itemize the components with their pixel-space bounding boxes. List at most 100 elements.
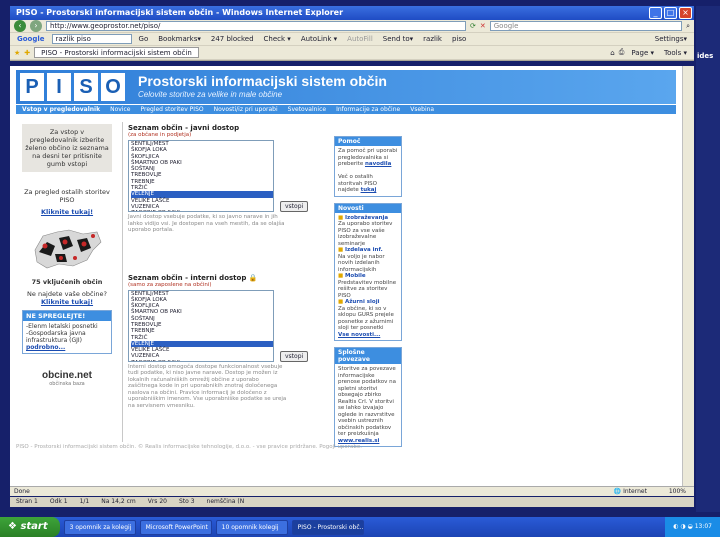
clock: 13:07 — [694, 523, 712, 530]
tools-menu[interactable]: Tools ▾ — [661, 49, 690, 57]
google-go-button[interactable]: Go — [136, 35, 152, 43]
status-text: Done — [14, 488, 30, 495]
public-municipality-list[interactable]: ŠENTILJ/MEST ŠKOFJA LOKA ŠKOFLJICA ŠMARTNO … — [128, 140, 274, 212]
menu-item-viewer[interactable]: Vstop v pregledovalnik — [22, 105, 100, 114]
word-status-field: nemščina (N — [206, 498, 245, 505]
autolink-button[interactable]: AutoLink ▾ — [298, 35, 340, 43]
browser-status-bar: Done 🌐 Internet 100% — [10, 486, 694, 496]
vertical-scrollbar[interactable] — [682, 66, 694, 486]
sendto-button[interactable]: Send to▾ — [380, 35, 416, 43]
help-body: Za pomoč pri uporabi pregledovalnika si … — [335, 146, 401, 196]
google-query-input[interactable]: razlik piso — [51, 34, 132, 44]
news-item[interactable]: ■ Ažurni sloji Za občine, ki so v sklopu … — [338, 299, 398, 332]
logo-letter: O — [101, 73, 125, 101]
public-list-title: Seznam občin - javni dostop — [128, 124, 240, 132]
window-controls: _ □ × — [649, 7, 692, 19]
links-body: Storitve za povezave informacijske preno… — [335, 364, 401, 446]
system-tray: ◐ ◑ ◒ 13:07 — [665, 517, 720, 537]
search-input[interactable]: Google — [489, 21, 683, 31]
public-enter-button[interactable]: vstopi — [280, 201, 309, 212]
word-status-bar: Stran 1 Odk 1 1/1 Na 14,2 cm Vrs 20 Sto 3 nemš… — [10, 497, 694, 507]
internal-list-row: ŠENTILJ/MEST ŠKOFJA LOKA ŠKOFLJICA ŠMARTNO … — [128, 289, 328, 362]
internal-municipality-list[interactable]: ŠENTILJ/MEST ŠKOFJA LOKA ŠKOFLJICA ŠMARTNO … — [128, 289, 274, 362]
maximize-button[interactable]: □ — [664, 7, 677, 19]
news-item[interactable]: ■ Mobile Predstavitev mobilne rešitve za … — [338, 273, 398, 299]
home-icon[interactable]: ⌂ — [610, 49, 614, 57]
help-manual-link[interactable]: navodila — [365, 161, 391, 167]
minimize-button[interactable]: _ — [649, 7, 662, 19]
close-button[interactable]: × — [679, 7, 692, 19]
municipality-option[interactable]: ZAGORJE OB SAVI — [131, 210, 273, 211]
taskbar-item[interactable]: 3 opomnik za kolegij — [63, 519, 136, 535]
tab-piso[interactable]: PISO - Prostorski informacijski sistem o… — [34, 47, 199, 58]
highlight-item: -Gospodarska javna infrastruktura (GJI) — [26, 330, 86, 344]
forward-icon[interactable]: › — [30, 20, 42, 32]
favorites-star-icon[interactable]: ★ — [14, 49, 20, 57]
highlight-razlik[interactable]: razlik — [420, 35, 445, 43]
menu-item-contents[interactable]: Vsebina — [410, 105, 434, 114]
internal-enter-button[interactable]: vstopi — [280, 350, 309, 362]
public-list-subtitle: (za občane in podjetja) — [128, 132, 192, 138]
menu-item-services[interactable]: Pregled storitev PISO — [140, 105, 203, 114]
news-item-text: Za uporabo storitev PISO za vse vaše izo… — [338, 221, 393, 247]
site-menu: Vstop v pregledovalnik Novice Pregled st… — [16, 105, 676, 114]
refresh-icon[interactable]: ⟳ — [470, 22, 476, 30]
bookmarks-button[interactable]: Bookmarks▾ — [155, 35, 204, 43]
news-item-title: Izobraževanja — [344, 214, 389, 221]
add-favorite-icon[interactable]: ✚ — [24, 49, 30, 57]
help-services-link[interactable]: tukaj — [361, 187, 377, 193]
window-title: PISO - Prostorski informacijski sistem o… — [16, 8, 344, 17]
tray-icons[interactable]: ◐ ◑ ◒ — [673, 523, 694, 530]
news-body: ■ Izobraževanja Za uporabo storitev PISO … — [335, 213, 401, 341]
globe-icon: 🌐 — [613, 488, 622, 495]
word-status-field: Odk 1 — [49, 498, 68, 505]
page-viewport: P I S O Prostorski informacijski sistem … — [10, 66, 694, 486]
obcine-brand[interactable]: obcine.net občinska baza — [22, 370, 112, 387]
taskbar: ❖ start 3 opomnik za kolegij Microsoft P… — [0, 517, 720, 537]
zoom-level[interactable]: 100% — [669, 488, 686, 495]
word-status-field: 1/1 — [79, 498, 90, 505]
autofill-button[interactable]: AutoFill — [344, 35, 376, 43]
popup-blocked-button[interactable]: 247 blocked — [208, 35, 257, 43]
missing-municipality-link[interactable]: Kliknite tukaj! — [22, 298, 112, 306]
taskbar-item-active[interactable]: PISO - Prostorski obč... — [291, 519, 364, 535]
stop-icon[interactable]: ✕ — [480, 22, 486, 30]
news-item[interactable]: ■ Izdelava inf. Na voljo je nabor novih i… — [338, 247, 398, 273]
page-menu[interactable]: Page ▾ — [628, 49, 657, 57]
address-bar[interactable]: http://www.geoprostor.net/piso/ — [46, 21, 466, 31]
search-icon[interactable]: ⌕ — [686, 22, 690, 31]
site-title: Prostorski informacijski sistem občin — [138, 73, 387, 89]
news-more-link[interactable]: Vse novosti... — [338, 332, 380, 338]
news-item-text: Na voljo je nabor novih izdelanih inform… — [338, 253, 385, 273]
settings-button[interactable]: Settings▾ — [652, 35, 690, 43]
news-bullet-icon: ■ — [338, 273, 344, 279]
help-box: Pomoč Za pomoč pri uporabi pregledovalni… — [334, 136, 402, 197]
start-button[interactable]: ❖ start — [0, 517, 60, 537]
address-row: ‹ › http://www.geoprostor.net/piso/ ⟳ ✕ … — [10, 20, 694, 33]
missing-municipality-text: Ne najdete vaše občine? — [27, 290, 107, 298]
print-icon[interactable]: ⎙ — [619, 48, 625, 57]
services-link[interactable]: Kliknite tukaj! — [22, 208, 112, 216]
menu-item-usage[interactable]: Novosti/iz pri uporabi — [214, 105, 278, 114]
news-item-text: Za občine, ki so v sklopu GURS prejele p… — [338, 305, 394, 332]
highlight-more-link[interactable]: podrobno... — [26, 344, 108, 351]
news-item-title: Izdelava inf. — [344, 247, 383, 253]
menu-item-news[interactable]: Novice — [110, 105, 130, 114]
news-bullet-icon: ■ — [338, 299, 344, 305]
back-icon[interactable]: ‹ — [14, 20, 26, 32]
check-button[interactable]: Check ▾ — [261, 35, 294, 43]
browser-chrome: ‹ › http://www.geoprostor.net/piso/ ⟳ ✕ … — [10, 20, 694, 61]
menu-item-advisory[interactable]: Svetovalnice — [288, 105, 326, 114]
news-item-title: Mobile — [344, 273, 366, 279]
municipality-option[interactable]: ZAGORJE OB SAVI — [131, 360, 273, 361]
taskbar-item[interactable]: Microsoft PowerPoint — [139, 519, 212, 535]
news-item[interactable]: ■ Izobraževanja Za uporabo storitev PISO … — [338, 215, 398, 248]
included-count: 75 vključenih občin — [31, 278, 103, 286]
links-text: Storitve za povezave informacijske preno… — [338, 366, 396, 437]
menu-item-info[interactable]: Informacije za občine — [336, 105, 400, 114]
services-text: Za pregled ostalih storitev PISO — [24, 188, 110, 204]
highlight-box: NE SPREGLEJTE! -Elenm letalski posnetki … — [22, 310, 112, 354]
taskbar-item[interactable]: 10 opomnik kolegij — [215, 519, 288, 535]
highlight-piso[interactable]: piso — [449, 35, 469, 43]
realis-link[interactable]: www.realis.si — [338, 438, 379, 444]
